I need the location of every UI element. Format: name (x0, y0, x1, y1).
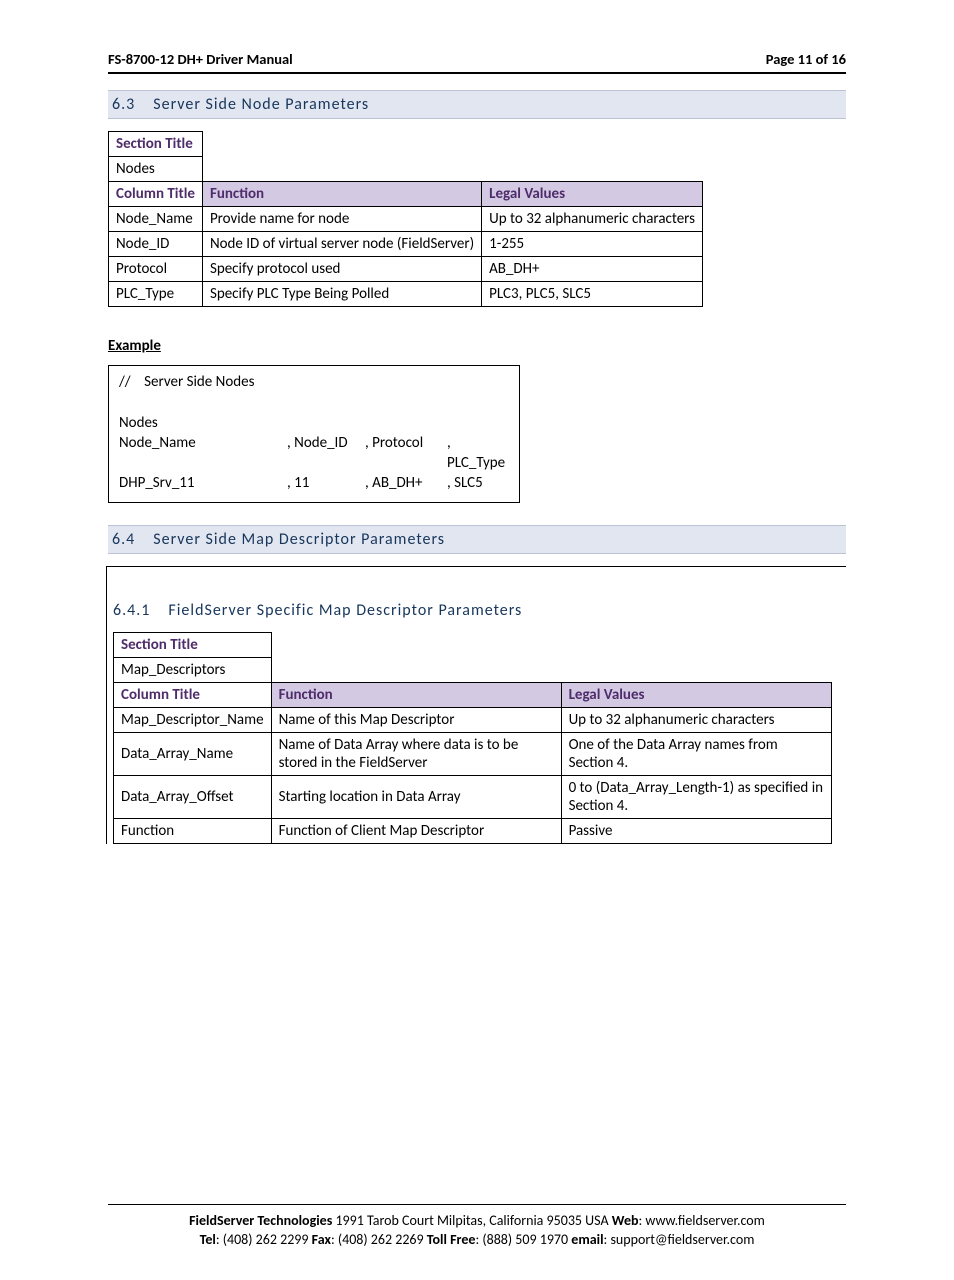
code-line (119, 392, 509, 412)
section-title-value: Map_Descriptors (114, 657, 272, 682)
footer-web-label: Web (612, 1212, 639, 1229)
section-6-4-1-heading: 6.4.1 FieldServer Specific Map Descriptor… (113, 601, 840, 620)
column-title-label: Column Title (114, 682, 272, 707)
code-line: // Server Side Nodes (119, 372, 509, 392)
section-6-4-heading: 6.4 Server Side Map Descriptor Parameters (108, 525, 846, 554)
code-line: DHP_Srv_11 , 11 , AB_DH+ , SLC5 (119, 473, 509, 493)
section-title-label: Section Title (114, 632, 272, 657)
section-title-label: Section Title (109, 132, 203, 157)
table-row: Data_Array_Offset Starting location in D… (114, 775, 832, 818)
example-label: Example (108, 337, 161, 355)
footer-tollfree-label: Toll Free (427, 1231, 476, 1248)
section-title: Server Side Node Parameters (153, 95, 369, 114)
table-map-descriptor-params: Section Title Map_Descriptors Column Tit… (113, 632, 832, 844)
function-header: Function (271, 682, 561, 707)
code-line: Nodes (119, 413, 509, 433)
section-number: 6.4 (112, 530, 135, 549)
table-row: Function Function of Client Map Descript… (114, 818, 832, 843)
column-title-label: Column Title (109, 182, 203, 207)
legal-values-header: Legal Values (482, 182, 703, 207)
footer-fax-label: Fax (312, 1231, 331, 1248)
table-row: Node_ID Node ID of virtual server node (… (109, 232, 703, 257)
header-left: FS-8700-12 DH+ Driver Manual (108, 50, 293, 68)
legal-values-header: Legal Values (561, 682, 831, 707)
section-title: FieldServer Specific Map Descriptor Para… (168, 601, 522, 620)
function-header: Function (202, 182, 481, 207)
footer-company: FieldServer Technologies (189, 1212, 332, 1229)
table-row: Map_Descriptor_Name Name of this Map Des… (114, 707, 832, 732)
example-code-box: // Server Side Nodes Nodes Node_Name , N… (108, 365, 520, 503)
table-server-side-node-params: Section Title Nodes Column Title Functio… (108, 131, 703, 307)
table-row: Protocol Specify protocol used AB_DH+ (109, 257, 703, 282)
section-number: 6.4.1 (113, 601, 150, 620)
footer-tel-label: Tel (200, 1231, 216, 1248)
section-title: Server Side Map Descriptor Parameters (153, 530, 445, 549)
table-row: Node_Name Provide name for node Up to 32… (109, 207, 703, 232)
table-row: PLC_Type Specify PLC Type Being Polled P… (109, 282, 703, 307)
section-number: 6.3 (112, 95, 135, 114)
page-header: FS-8700-12 DH+ Driver Manual Page 11 of … (108, 50, 846, 74)
section-6-3-heading: 6.3 Server Side Node Parameters (108, 90, 846, 119)
code-line: Node_Name , Node_ID , Protocol , PLC_Typ… (119, 433, 509, 474)
header-right: Page 11 of 16 (766, 50, 846, 68)
table-row: Data_Array_Name Name of Data Array where… (114, 732, 832, 775)
footer-email-label: email (571, 1231, 603, 1248)
page-footer: FieldServer Technologies 1991 Tarob Cour… (108, 1204, 846, 1250)
section-title-value: Nodes (109, 157, 203, 182)
subsection-container: 6.4.1 FieldServer Specific Map Descriptor… (106, 566, 846, 844)
